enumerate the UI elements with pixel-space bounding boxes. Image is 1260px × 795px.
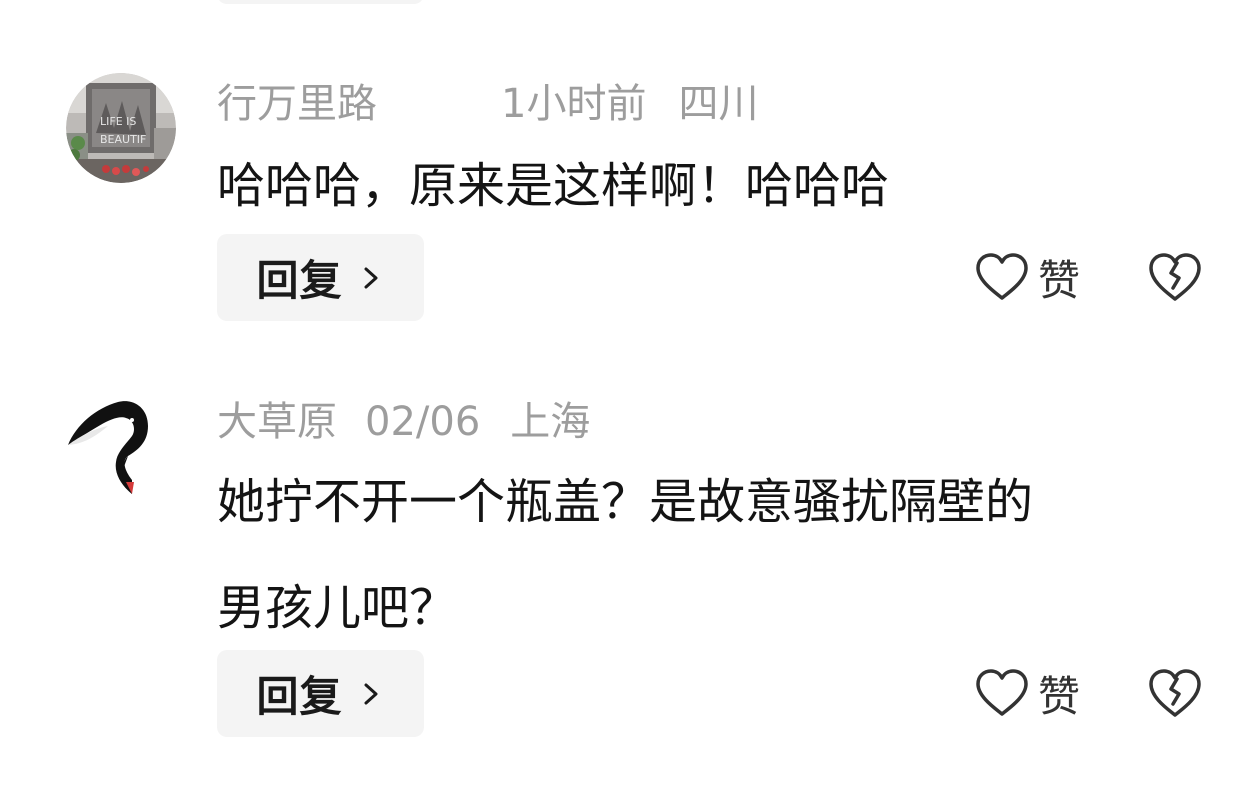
like-button[interactable]: 赞	[974, 247, 1080, 307]
broken-heart-icon[interactable]	[1146, 247, 1204, 305]
comment-list: LIFE IS BEAUTIF 行万里路 1小时前 四川 哈哈哈，原来是这样啊！…	[0, 0, 1260, 795]
reply-button[interactable]: 回复	[217, 650, 424, 737]
username[interactable]: 大草原	[217, 396, 337, 448]
svg-text:BEAUTIF: BEAUTIF	[100, 133, 146, 146]
like-label: 赞	[1038, 671, 1081, 721]
swan-avatar-icon	[66, 390, 176, 500]
comment-text: 她拧不开一个瓶盖？是故意骚扰隔壁的 男孩儿吧？	[217, 449, 1033, 661]
chevron-right-icon	[364, 267, 377, 288]
comment-text-line: 男孩儿吧？	[217, 580, 458, 636]
photo-avatar-icon: LIFE IS BEAUTIF	[66, 73, 176, 183]
reply-button[interactable]: 回复	[217, 234, 424, 321]
comment-meta: 大草原 02/06 上海	[217, 396, 590, 448]
heart-icon	[976, 669, 1028, 716]
comment-time: 1小时前	[501, 81, 647, 127]
comment-text-line: 哈哈哈，原来是这样啊！哈哈哈	[217, 158, 890, 214]
previous-reply-button-edge[interactable]	[217, 0, 424, 4]
avatar[interactable]	[66, 390, 176, 500]
comment-location: 四川	[678, 81, 759, 127]
comment-meta: 行万里路 1小时前 四川	[217, 78, 758, 130]
like-button[interactable]: 赞	[974, 663, 1080, 723]
comment-text-line: 她拧不开一个瓶盖？是故意骚扰隔壁的	[217, 474, 1034, 530]
chevron-right-icon	[364, 683, 377, 704]
reply-label: 回复	[256, 672, 343, 721]
comment-time: 02/06	[365, 399, 481, 445]
username[interactable]: 行万里路	[217, 78, 377, 130]
comment-location: 上海	[510, 399, 591, 445]
reply-label: 回复	[256, 256, 343, 305]
comment-text: 哈哈哈，原来是这样啊！哈哈哈	[217, 133, 889, 239]
avatar[interactable]: LIFE IS BEAUTIF	[66, 73, 176, 183]
broken-heart-icon[interactable]	[1146, 663, 1204, 721]
like-label: 赞	[1038, 255, 1081, 305]
svg-text:LIFE IS: LIFE IS	[100, 115, 136, 128]
heart-icon	[976, 253, 1028, 300]
